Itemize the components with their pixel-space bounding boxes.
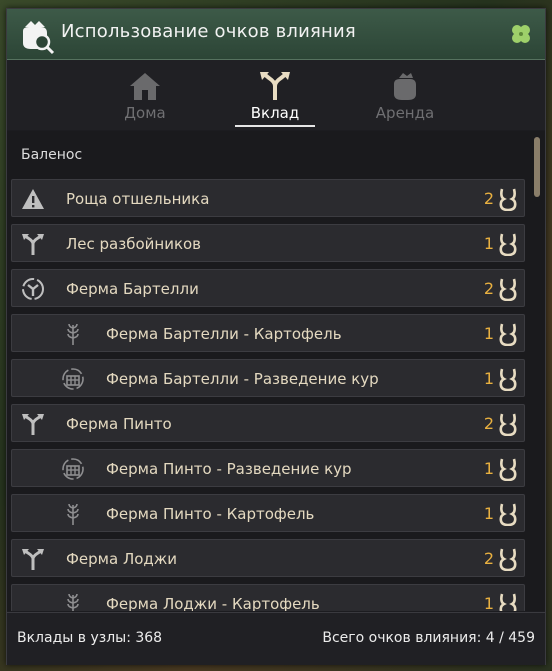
tab-label: Дома (124, 104, 166, 122)
horseshoe-icon (499, 413, 517, 436)
list-item[interactable]: Ферма Лоджи - Картофель 1 (11, 584, 525, 611)
house-icon (130, 73, 160, 100)
node-name: Ферма Пинто - Разведение кур (106, 460, 352, 478)
list-item[interactable]: Ферма Бартелли - Картофель 1 (11, 314, 525, 352)
horseshoe-icon (499, 323, 517, 346)
horseshoe-icon (499, 233, 517, 256)
node-points: 2 (483, 189, 494, 208)
wheat-icon (67, 503, 79, 525)
list-item[interactable]: Ферма Пинто - Разведение кур 1 (11, 449, 525, 487)
region-header: Баленос (21, 147, 83, 163)
wheat-icon (67, 593, 79, 611)
scrollbar-thumb[interactable] (534, 137, 540, 197)
node-name: Ферма Бартелли - Картофель (106, 325, 342, 343)
window-title: Использование очков влияния (61, 21, 356, 42)
node-points: 1 (483, 234, 494, 253)
branch-arrows-icon (260, 72, 290, 100)
influence-window: Использование очков влияния Дома Вклад А… (6, 8, 546, 665)
footer: Вклады в узлы: 368 Всего очков влияния: … (7, 612, 545, 665)
node-list[interactable]: Баленос Роща отшельника 2 Лес разбойнико… (7, 131, 545, 611)
money-bag-search-icon (23, 21, 55, 55)
list-item[interactable]: Ферма Лоджи 2 (11, 539, 525, 577)
horseshoe-icon (499, 503, 517, 526)
node-points: 1 (483, 324, 494, 343)
node-name: Ферма Пинто - Картофель (106, 505, 315, 523)
node-name: Лес разбойников (66, 235, 202, 253)
tab-houses[interactable]: Дома (95, 70, 195, 126)
node-points: 1 (483, 369, 494, 388)
money-bag-icon (394, 73, 416, 100)
node-points: 1 (483, 594, 494, 611)
clover-icon[interactable] (509, 22, 533, 46)
list-item[interactable]: Ферма Пинто 2 (11, 404, 525, 442)
list-item[interactable]: Ферма Пинто - Картофель 1 (11, 494, 525, 532)
node-name: Ферма Лоджи - Картофель (106, 595, 320, 611)
node-name: Роща отшельника (66, 190, 210, 208)
node-points: 2 (483, 279, 494, 298)
list-item[interactable]: Роща отшельника 2 (11, 179, 525, 217)
node-points: 2 (483, 414, 494, 433)
list-item[interactable]: Ферма Бартелли - Разведение кур 1 (11, 359, 525, 397)
total-influence-label: Всего очков влияния: 4 / 459 (322, 630, 535, 646)
branch-arrows-icon (22, 234, 44, 255)
node-points: 1 (483, 504, 494, 523)
title-bar[interactable]: Использование очков влияния (7, 9, 545, 60)
warning-triangle-icon (22, 189, 44, 209)
tab-contribution[interactable]: Вклад (225, 70, 325, 126)
branch-arrows-icon (22, 414, 44, 435)
farm-coop-icon (62, 458, 84, 480)
tab-bar: Дома Вклад Аренда (7, 60, 545, 130)
node-name: Ферма Бартелли (66, 280, 199, 298)
node-points: 2 (483, 549, 494, 568)
node-name: Ферма Лоджи (66, 550, 178, 568)
horseshoe-icon (499, 368, 517, 391)
horseshoe-icon (499, 548, 517, 571)
hub-circle-icon (22, 278, 44, 300)
tab-label: Вклад (250, 104, 300, 122)
node-points: 1 (483, 459, 494, 478)
list-item[interactable]: Ферма Бартелли 2 (11, 269, 525, 307)
wheat-icon (67, 323, 79, 345)
active-tab-indicator (235, 125, 315, 127)
list-item[interactable]: Лес разбойников 1 (11, 224, 525, 262)
node-investments-label: Вклады в узлы: 368 (17, 630, 163, 646)
branch-arrows-icon (22, 549, 44, 570)
node-name: Ферма Пинто (66, 415, 172, 433)
tab-rent[interactable]: Аренда (355, 70, 455, 126)
farm-coop-icon (62, 368, 84, 390)
horseshoe-icon (499, 593, 517, 611)
horseshoe-icon (499, 278, 517, 301)
horseshoe-icon (499, 188, 517, 211)
node-name: Ферма Бартелли - Разведение кур (106, 370, 379, 388)
tab-label: Аренда (375, 104, 435, 122)
horseshoe-icon (499, 458, 517, 481)
